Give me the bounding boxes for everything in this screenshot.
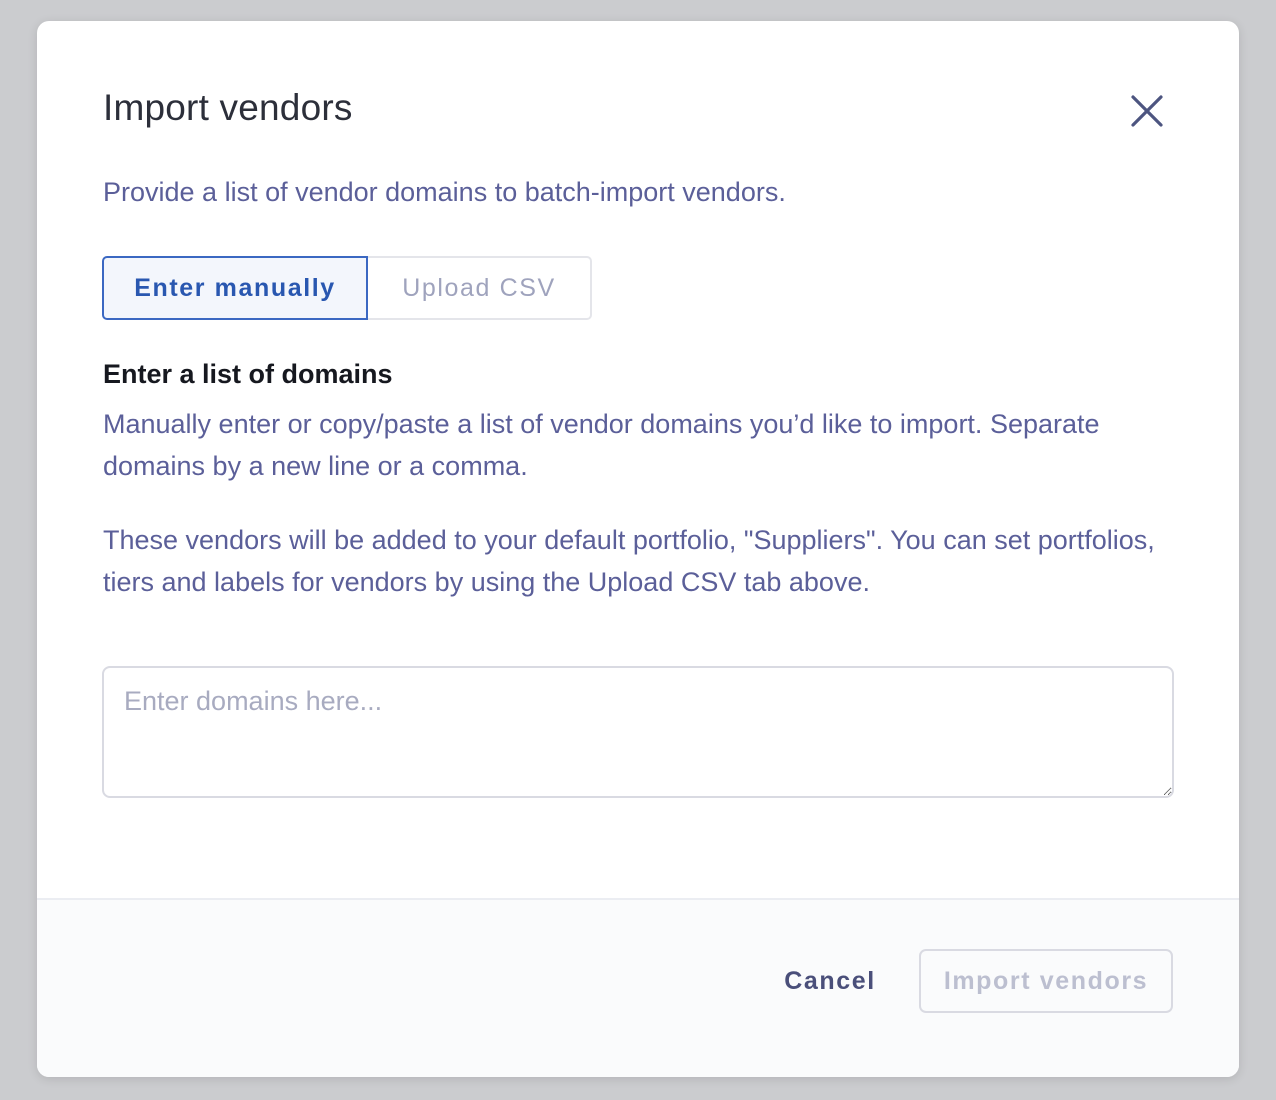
cancel-button[interactable]: Cancel (767, 956, 893, 1006)
section-description: Manually enter or copy/paste a list of v… (103, 409, 1100, 481)
dialog-intro: Provide a list of vendor domains to batc… (103, 177, 786, 207)
tab-upload-csv[interactable]: Upload CSV (368, 256, 592, 320)
close-button[interactable] (1125, 89, 1169, 133)
import-mode-tabs: Enter manually Upload CSV (102, 256, 592, 320)
import-vendors-dialog: Import vendors Provide a list of vendor … (37, 21, 1239, 1077)
section-title: Enter a list of domains (103, 359, 393, 389)
tab-enter-manually[interactable]: Enter manually (102, 256, 368, 320)
close-icon (1131, 95, 1163, 127)
dialog-title: Import vendors (103, 87, 353, 128)
domains-input[interactable] (102, 666, 1174, 798)
portfolio-note: These vendors will be added to your defa… (103, 525, 1155, 597)
dialog-footer: Cancel Import vendors (37, 898, 1239, 1077)
import-vendors-button[interactable]: Import vendors (919, 949, 1173, 1013)
